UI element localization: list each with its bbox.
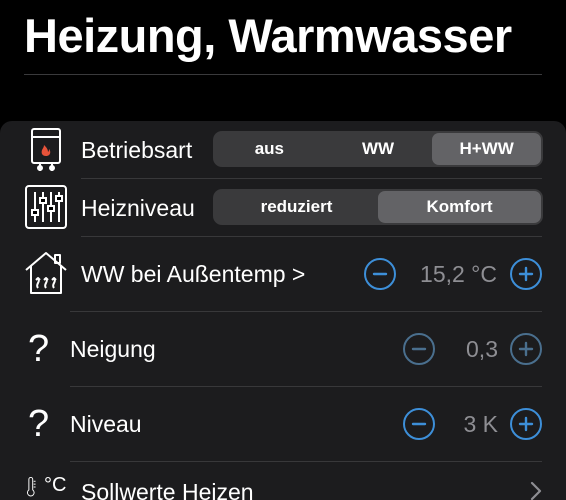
sliders-icon [24, 184, 68, 230]
minus-icon[interactable] [403, 333, 435, 365]
plus-icon[interactable] [510, 258, 542, 290]
betriebsart-segmented-control: aus WW H+WW [213, 131, 543, 167]
aussentemp-stepper: 15,2 °C [364, 256, 542, 292]
plus-icon[interactable] [510, 333, 542, 365]
row-neigung: ? Neigung 0,3 [0, 311, 566, 386]
row-label-niveau: Niveau [70, 411, 142, 437]
row-ww-aussentemp: WW bei Außentemp > 15,2 °C [0, 236, 566, 311]
question-icon: ? [28, 328, 50, 370]
aussentemp-value: 15,2 °C [420, 260, 497, 287]
row-heizniveau: Heizniveau reduziert Komfort [0, 178, 566, 236]
question-icon: ? [28, 403, 50, 445]
minus-icon[interactable] [364, 258, 396, 290]
row-label-sollwerte-heizen: Sollwerte Heizen [81, 479, 254, 500]
segment-h-ww[interactable]: H+WW [432, 133, 542, 165]
neigung-stepper: 0,3 [403, 331, 542, 367]
row-label-ww-aussentemp: WW bei Außentemp > [81, 261, 306, 287]
minus-icon[interactable] [403, 408, 435, 440]
niveau-stepper: 3 K [403, 406, 542, 442]
row-sollwerte-heizen[interactable]: °C Sollwerte Heizen [0, 461, 566, 500]
settings-panel: Betriebsart aus WW H+WW Heizniveau reduz… [0, 121, 566, 500]
title-divider [24, 74, 542, 75]
celsius-glyph: °C [44, 474, 67, 496]
plus-icon[interactable] [510, 408, 542, 440]
heizniveau-segmented-control: reduziert Komfort [213, 189, 543, 225]
segment-ww[interactable]: WW [324, 133, 433, 165]
page-title: Heizung, Warmwasser [24, 9, 512, 62]
thermometer-celsius-icon: °C [26, 467, 72, 500]
niveau-value: 3 K [463, 410, 498, 437]
segment-reduziert[interactable]: reduziert [215, 191, 378, 223]
row-label-betriebsart: Betriebsart [81, 137, 193, 163]
row-niveau: ? Niveau 3 K [0, 386, 566, 461]
boiler-icon [24, 127, 68, 173]
chevron-right-icon [530, 481, 542, 500]
row-label-neigung: Neigung [70, 336, 156, 362]
house-heat-icon [24, 250, 68, 296]
row-label-heizniveau: Heizniveau [81, 195, 195, 221]
neigung-value: 0,3 [466, 335, 498, 362]
row-betriebsart: Betriebsart aus WW H+WW [0, 121, 566, 178]
segment-komfort[interactable]: Komfort [378, 191, 541, 223]
segment-aus[interactable]: aus [215, 133, 324, 165]
